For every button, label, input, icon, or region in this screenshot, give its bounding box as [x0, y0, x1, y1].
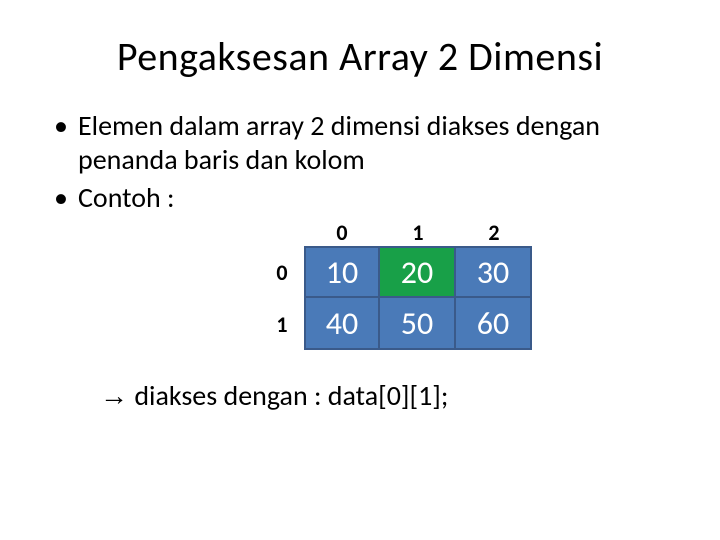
footer-line: → diakses dengan : data[0][1]; — [50, 378, 670, 413]
row-header: 1 — [260, 298, 304, 350]
bullet-item: Contoh : — [50, 181, 670, 215]
col-header: 0 — [304, 219, 380, 246]
table-row: 0 10 20 30 — [260, 246, 560, 298]
array-table: 0 1 2 0 10 20 30 1 40 50 60 — [260, 219, 560, 350]
row-header: 0 — [260, 246, 304, 298]
bullet-list: Elemen dalam array 2 dimensi diakses den… — [50, 109, 670, 215]
cell-0-2: 30 — [456, 246, 532, 298]
col-header: 2 — [456, 219, 532, 246]
bullet-item: Elemen dalam array 2 dimensi diakses den… — [50, 109, 670, 177]
cell-1-0: 40 — [304, 298, 380, 350]
slide: Pengaksesan Array 2 Dimensi Elemen dalam… — [0, 0, 720, 540]
column-headers: 0 1 2 — [304, 219, 560, 246]
table-row: 1 40 50 60 — [260, 298, 560, 350]
footer-text: diakses dengan : data[0][1]; — [128, 378, 448, 413]
arrow-icon: → — [100, 380, 128, 411]
cell-0-0: 10 — [304, 246, 380, 298]
col-header: 1 — [380, 219, 456, 246]
cell-0-1: 20 — [380, 246, 456, 298]
slide-title: Pengaksesan Array 2 Dimensi — [50, 32, 670, 81]
cell-1-1: 50 — [380, 298, 456, 350]
cell-1-2: 60 — [456, 298, 532, 350]
